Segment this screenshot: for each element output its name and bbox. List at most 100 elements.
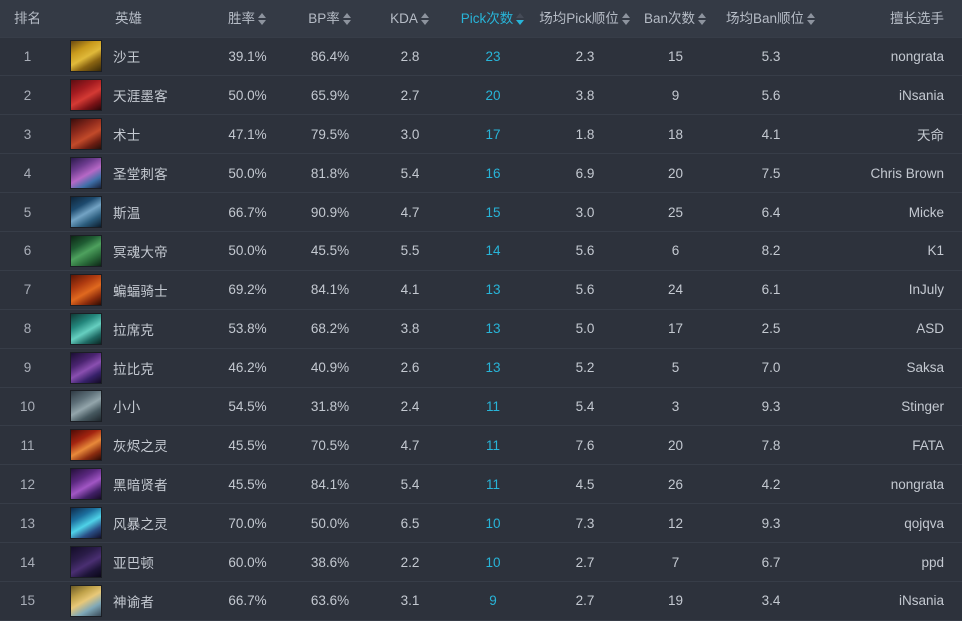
- rank-cell: 13: [19, 515, 36, 531]
- table-row[interactable]: 11 灰烬之灵 45.5% 70.5% 4.7 11 7.6 20 7.8 FATA: [0, 425, 962, 465]
- column-header-avgpick[interactable]: 场均Pick顺位: [536, 0, 634, 37]
- table-row[interactable]: 8 拉席克 53.8% 68.2% 3.8 13 5.0 17 2.5 ASD: [0, 309, 962, 349]
- avg-pick-position-cell: 5.0: [575, 321, 595, 337]
- column-header-label: 场均Ban顺位: [725, 10, 805, 26]
- column-header-bprate[interactable]: BP率: [290, 0, 370, 37]
- rank-cell: 2: [23, 87, 32, 103]
- bp-rate-cell: 86.4%: [310, 48, 350, 64]
- rank-cell: 8: [23, 321, 32, 337]
- table-body: 1 沙王 39.1% 86.4% 2.8 23 2.3 15 5.3 nongrata 2 天涯墨客 5…: [0, 37, 962, 621]
- column-header-label: 擅长选手: [890, 10, 944, 26]
- pick-count-cell: 11: [485, 437, 500, 453]
- table-row[interactable]: 3 术士 47.1% 79.5% 3.0 17 1.8 18 4.1 天命: [0, 114, 962, 154]
- hero-cell[interactable]: 黑暗贤者: [55, 465, 205, 504]
- rank-cell: 12: [19, 476, 36, 492]
- sort-arrows-icon[interactable]: [420, 12, 430, 25]
- kda-cell: 3.8: [400, 321, 420, 337]
- hero-cell[interactable]: 拉比克: [55, 348, 205, 387]
- hero-portrait-warlock: [70, 118, 102, 151]
- pick-count-cell: 14: [485, 243, 501, 259]
- table-row[interactable]: 13 风暴之灵 70.0% 50.0% 6.5 10 7.3 12 9.3 qojqva: [0, 503, 962, 543]
- kda-cell: 2.2: [400, 554, 420, 570]
- hero-name: 黑暗贤者: [113, 478, 168, 494]
- hero-name: 神谕者: [113, 594, 155, 610]
- hero-cell[interactable]: 术士: [55, 115, 205, 154]
- kda-cell: 4.1: [400, 282, 420, 298]
- column-header-pickcnt[interactable]: Pick次数: [450, 0, 536, 37]
- avg-ban-position-cell: 6.4: [761, 204, 781, 220]
- bp-rate-cell: 38.6%: [310, 554, 350, 570]
- avg-ban-position-cell: 7.5: [761, 165, 781, 181]
- table-row[interactable]: 5 斯温 66.7% 90.9% 4.7 15 3.0 25 6.4 Micke: [0, 192, 962, 232]
- kda-cell: 6.5: [400, 515, 420, 531]
- hero-name: 天涯墨客: [113, 89, 168, 105]
- hero-cell[interactable]: 风暴之灵: [55, 504, 205, 543]
- rank-cell: 15: [19, 593, 36, 609]
- avg-pick-position-cell: 4.5: [575, 476, 595, 492]
- column-header-kda[interactable]: KDA: [370, 0, 450, 37]
- avg-pick-position-cell: 2.7: [575, 554, 595, 570]
- ban-count-cell: 19: [667, 593, 684, 609]
- sort-arrows-icon[interactable]: [621, 12, 631, 25]
- bp-rate-cell: 40.9%: [310, 360, 350, 376]
- table-row[interactable]: 4 圣堂刺客 50.0% 81.8% 5.4 16 6.9 20 7.5 Chris Brown: [0, 153, 962, 193]
- table-row[interactable]: 2 天涯墨客 50.0% 65.9% 2.7 20 3.8 9 5.6 iNsania: [0, 75, 962, 115]
- hero-cell[interactable]: 小小: [55, 387, 205, 426]
- hero-cell[interactable]: 斯温: [55, 193, 205, 232]
- table-row[interactable]: 12 黑暗贤者 45.5% 84.1% 5.4 11 4.5 26 4.2 nongrata: [0, 464, 962, 504]
- sort-arrows-icon[interactable]: [258, 12, 267, 25]
- table-row[interactable]: 9 拉比克 46.2% 40.9% 2.6 13 5.2 5 7.0 Saksa: [0, 348, 962, 388]
- table-row[interactable]: 14 亚巴顿 60.0% 38.6% 2.2 10 2.7 7 6.7 ppd: [0, 542, 962, 582]
- rank-cell: 6: [23, 243, 32, 259]
- bp-rate-cell: 90.9%: [310, 204, 350, 220]
- column-header-player: 擅长选手: [825, 0, 962, 37]
- kda-cell: 2.8: [400, 48, 420, 64]
- win-rate-cell: 39.1%: [228, 48, 267, 64]
- avg-ban-position-cell: 5.6: [761, 87, 781, 103]
- kda-cell: 5.4: [400, 476, 420, 492]
- hero-name: 圣堂刺客: [113, 167, 168, 183]
- table-row[interactable]: 15 神谕者 66.7% 63.6% 3.1 9 2.7 19 3.4 iNsania: [0, 581, 962, 621]
- column-header-label: 胜率: [228, 10, 255, 26]
- hero-cell[interactable]: 灰烬之灵: [55, 426, 205, 465]
- hero-portrait-ember-spirit: [70, 429, 102, 462]
- hero-name: 小小: [113, 400, 141, 416]
- ban-count-cell: 17: [667, 321, 684, 337]
- avg-ban-position-cell: 4.2: [761, 476, 781, 492]
- avg-ban-position-cell: 4.1: [761, 126, 781, 142]
- hero-cell[interactable]: 沙王: [55, 37, 205, 76]
- avg-ban-position-cell: 8.2: [761, 243, 781, 259]
- column-header-bancnt[interactable]: Ban次数: [634, 0, 717, 37]
- sort-arrows-icon[interactable]: [516, 12, 525, 25]
- sort-arrows-icon[interactable]: [807, 12, 816, 25]
- pick-count-cell: 20: [485, 87, 501, 103]
- table-row[interactable]: 7 蝙蝠骑士 69.2% 84.1% 4.1 13 5.6 24 6.1 InJuly: [0, 270, 962, 310]
- avg-pick-position-cell: 1.8: [575, 126, 595, 142]
- best-player-cell: 天命: [917, 128, 944, 144]
- hero-cell[interactable]: 亚巴顿: [55, 543, 205, 582]
- sort-arrows-icon[interactable]: [342, 12, 352, 25]
- table-row[interactable]: 6 冥魂大帝 50.0% 45.5% 5.5 14 5.6 6 8.2 K1: [0, 231, 962, 271]
- table-row[interactable]: 10 小小 54.5% 31.8% 2.4 11 5.4 3 9.3 Stinger: [0, 387, 962, 426]
- best-player-cell: InJuly: [908, 282, 944, 298]
- hero-name: 术士: [113, 128, 141, 144]
- ban-count-cell: 26: [667, 476, 684, 492]
- hero-cell[interactable]: 蝙蝠骑士: [55, 270, 205, 309]
- table-row[interactable]: 1 沙王 39.1% 86.4% 2.8 23 2.3 15 5.3 nongrata: [0, 37, 962, 76]
- avg-pick-position-cell: 2.3: [575, 48, 595, 64]
- avg-pick-position-cell: 5.2: [575, 360, 595, 376]
- hero-cell[interactable]: 神谕者: [55, 581, 205, 620]
- win-rate-cell: 47.1%: [228, 126, 267, 142]
- hero-cell[interactable]: 冥魂大帝: [55, 231, 205, 270]
- ban-count-cell: 20: [667, 165, 684, 181]
- ban-count-cell: 24: [667, 282, 684, 298]
- hero-cell[interactable]: 圣堂刺客: [55, 154, 205, 193]
- hero-cell[interactable]: 拉席克: [55, 309, 205, 348]
- sort-arrows-icon[interactable]: [698, 12, 707, 25]
- hero-cell[interactable]: 天涯墨客: [55, 76, 205, 115]
- pick-count-cell: 13: [485, 282, 501, 298]
- column-header-winrate[interactable]: 胜率: [205, 0, 290, 37]
- pick-count-cell: 10: [485, 515, 501, 531]
- column-header-avgban[interactable]: 场均Ban顺位: [717, 0, 825, 37]
- rank-cell: 4: [23, 165, 32, 181]
